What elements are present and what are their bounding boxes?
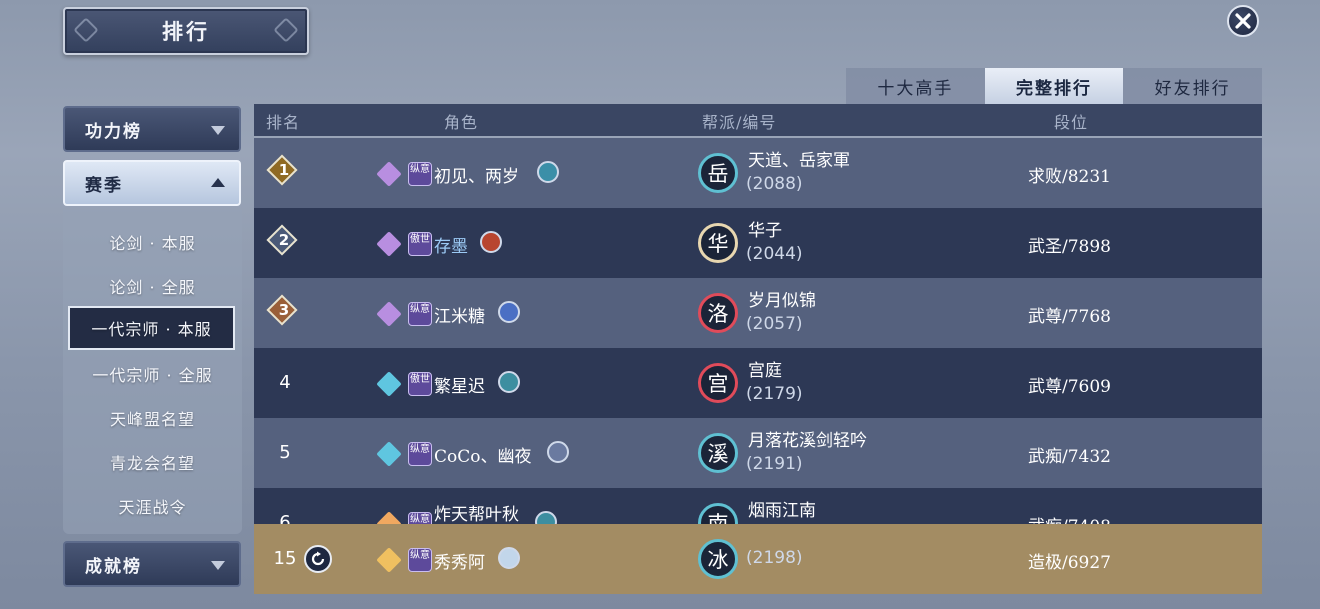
class-diamond-icon [376, 301, 402, 327]
rank-badge-icon [498, 371, 520, 393]
rank-number: 2 [278, 231, 290, 249]
guild-emblem-icon: 溪 [698, 433, 738, 473]
player-name[interactable]: CoCo、幽夜 [434, 442, 531, 467]
tier-value: 武痴/7432 [1028, 447, 1111, 467]
rank-number: 5 [279, 442, 291, 463]
class-diamond-icon [376, 231, 402, 257]
page-title: 排行 [162, 19, 210, 44]
title-tag-icon: 纵意 [408, 548, 432, 572]
tier-value: 求败/8231 [1028, 167, 1111, 187]
player-name[interactable]: 存墨 [434, 232, 468, 257]
guild-id: (2057) [746, 314, 803, 334]
title-tag-icon: 傲世 [408, 232, 432, 256]
chevron-up-icon [211, 178, 225, 187]
category-season-label: 赛季 [85, 175, 123, 196]
refresh-icon[interactable] [304, 545, 332, 573]
rank-badge-icon [547, 441, 569, 463]
table-row[interactable]: 3 纵意 江米糖 洛 岁月似锦 (2057) 武尊/7768 [254, 278, 1262, 348]
my-player-name[interactable]: 秀秀阿 [434, 548, 485, 573]
header-guild: 帮派/编号 [702, 113, 777, 132]
page-title-plaque: 排行 [63, 7, 309, 55]
table-row[interactable]: 2 傲世 存墨 华 华子 (2044) 武圣/7898 [254, 208, 1262, 278]
table-header: 排名 角色 帮派/编号 段位 [254, 104, 1262, 136]
ornament-icon [273, 17, 299, 43]
tab-full-ranking[interactable]: 完整排行 [984, 68, 1124, 104]
rank-badge-icon [537, 161, 559, 183]
submenu-item[interactable]: 青龙会名望 [63, 442, 242, 482]
rank-number: 4 [279, 372, 291, 393]
category-power-label: 功力榜 [85, 121, 142, 142]
submenu-item[interactable]: 天峰盟名望 [63, 398, 242, 438]
guild-name: 华子 [748, 221, 782, 241]
submenu-item[interactable]: 论剑 · 本服 [63, 222, 242, 262]
guild-name: 岁月似锦 [748, 291, 816, 311]
guild-id: (2044) [746, 244, 803, 264]
guild-id: (2088) [746, 174, 803, 194]
ranking-table: 排名 角色 帮派/编号 段位 1 纵意 初见、两岁 岳 天道、岳家軍 (2088… [254, 104, 1262, 592]
class-diamond-icon [376, 441, 402, 467]
category-achievement-button[interactable]: 成就榜 [63, 541, 241, 587]
my-guild-id: (2198) [746, 548, 803, 568]
player-name[interactable]: 江米糖 [434, 302, 485, 327]
header-role: 角色 [444, 113, 479, 132]
rank-badge-icon [480, 231, 502, 253]
title-tag-icon: 傲世 [408, 372, 432, 396]
my-rank-row[interactable]: 15 纵意 秀秀阿 冰 (2198) 造极/6927 [254, 524, 1262, 594]
guild-name: 天道、岳家軍 [748, 151, 850, 171]
guild-emblem-icon: 宫 [698, 363, 738, 403]
table-row[interactable]: 1 纵意 初见、两岁 岳 天道、岳家軍 (2088) 求败/8231 [254, 138, 1262, 208]
title-tag-icon: 纵意 [408, 302, 432, 326]
submenu-item[interactable]: 天涯战令 [63, 486, 242, 526]
guild-name: 烟雨江南 [748, 501, 816, 521]
season-submenu: 论剑 · 本服 论剑 · 全服 一代宗师 · 本服 一代宗师 · 全服 天峰盟名… [63, 210, 242, 534]
close-button[interactable] [1227, 5, 1259, 37]
submenu-item-selected[interactable]: 一代宗师 · 本服 [68, 306, 235, 350]
close-icon [1235, 13, 1251, 29]
guild-emblem-icon: 华 [698, 223, 738, 263]
class-diamond-icon [376, 547, 402, 573]
ornament-icon [73, 17, 99, 43]
tier-value: 武尊/7768 [1028, 307, 1111, 327]
submenu-item[interactable]: 论剑 · 全服 [63, 266, 242, 306]
category-season-button[interactable]: 赛季 [63, 160, 241, 206]
category-achievement-label: 成就榜 [85, 556, 142, 577]
tab-friends-ranking[interactable]: 好友排行 [1123, 68, 1263, 104]
class-diamond-icon [376, 371, 402, 397]
guild-emblem-icon: 冰 [698, 539, 738, 579]
player-name[interactable]: 初见、两岁 [434, 162, 519, 187]
title-tag-icon: 纵意 [408, 162, 432, 186]
guild-id: (2179) [746, 384, 803, 404]
table-row[interactable]: 4 傲世 繁星迟 宫 宫庭 (2179) 武尊/7609 [254, 348, 1262, 418]
rank-badge-icon [498, 547, 520, 569]
rank-number: 1 [278, 161, 290, 179]
class-diamond-icon [376, 161, 402, 187]
category-power-button[interactable]: 功力榜 [63, 106, 241, 152]
refresh-arrow-icon [311, 551, 325, 566]
guild-id: (2191) [746, 454, 803, 474]
rank-number: 3 [278, 301, 290, 319]
guild-emblem-icon: 岳 [698, 153, 738, 193]
guild-emblem-icon: 洛 [698, 293, 738, 333]
header-tier: 段位 [1054, 113, 1089, 132]
chevron-down-icon [211, 561, 225, 570]
header-rank: 排名 [266, 113, 301, 132]
player-name[interactable]: 繁星迟 [434, 372, 485, 397]
tier-value: 武圣/7898 [1028, 237, 1111, 257]
chevron-down-icon [211, 126, 225, 135]
table-row[interactable]: 5 纵意 CoCo、幽夜 溪 月落花溪剑轻吟 (2191) 武痴/7432 [254, 418, 1262, 488]
tab-bar: 十大高手 完整排行 好友排行 [846, 68, 1263, 104]
tier-value: 武尊/7609 [1028, 377, 1111, 397]
tab-top-ten[interactable]: 十大高手 [846, 68, 985, 104]
guild-name: 月落花溪剑轻吟 [748, 431, 867, 451]
submenu-item[interactable]: 一代宗师 · 全服 [63, 354, 242, 394]
rank-badge-icon [498, 301, 520, 323]
guild-name: 宫庭 [748, 361, 782, 381]
title-tag-icon: 纵意 [408, 442, 432, 466]
my-tier-value: 造极/6927 [1028, 553, 1111, 573]
player-name[interactable]: 炸天帮叶秋 [434, 500, 519, 525]
my-rank-number: 15 [273, 548, 297, 569]
